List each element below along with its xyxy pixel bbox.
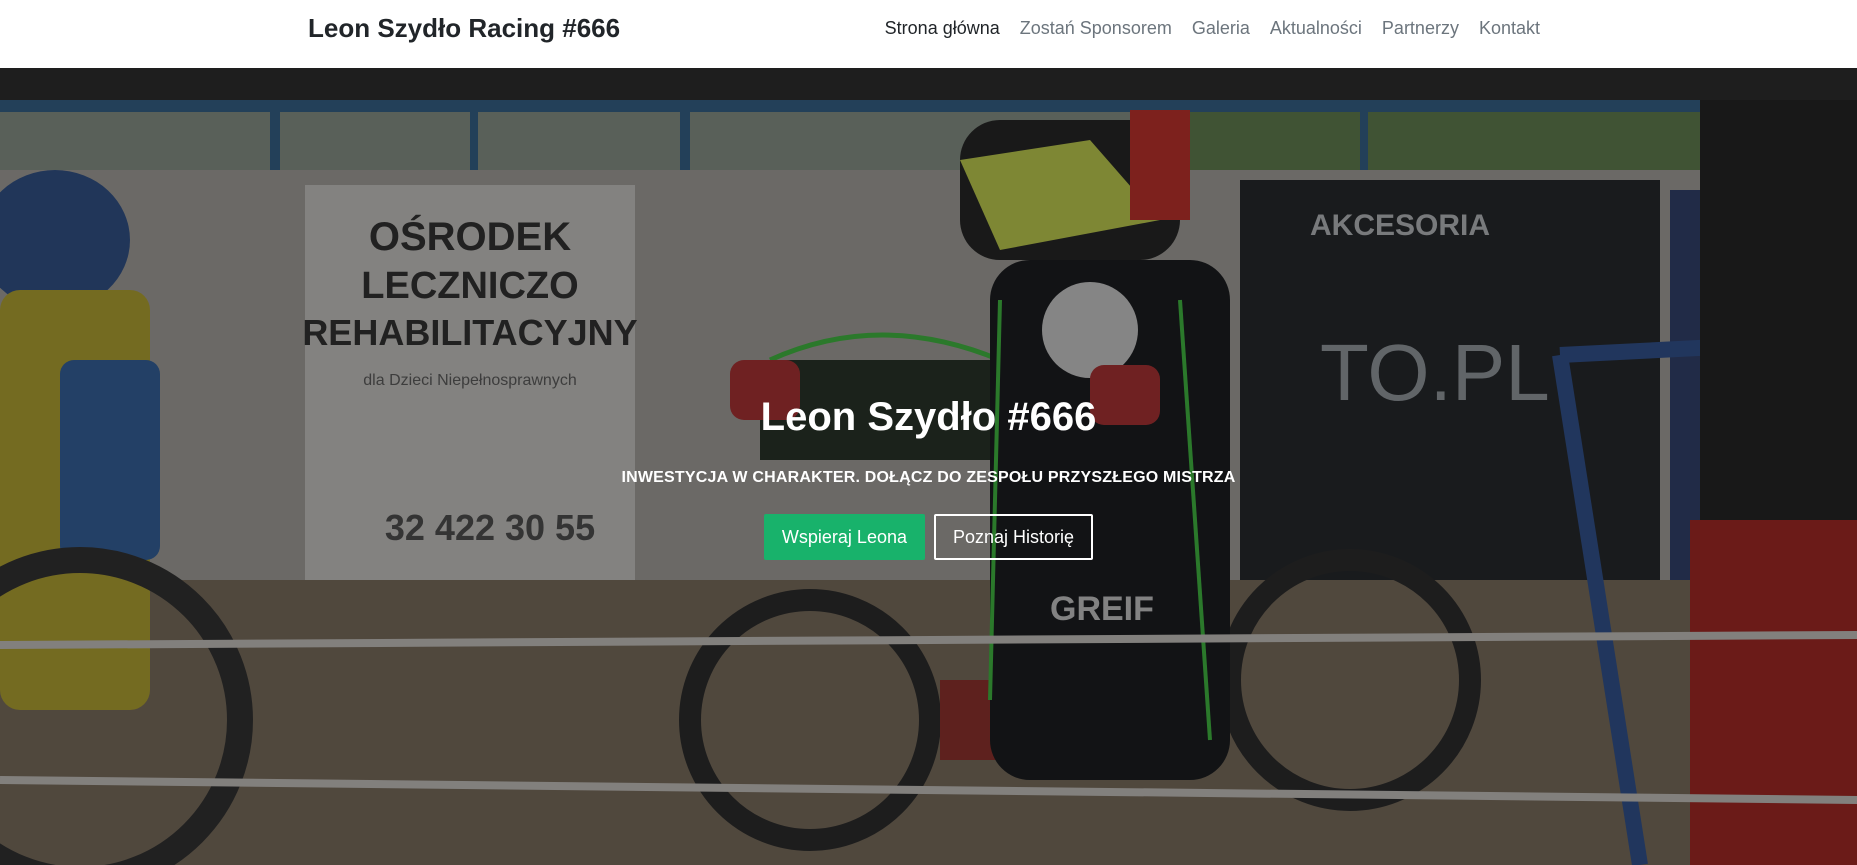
hero-subtitle: INWESTYCJA W CHARAKTER. DOŁĄCZ DO ZESPOŁ… — [621, 469, 1236, 486]
brand-logo[interactable]: Leon Szydło Racing #666 — [308, 13, 620, 44]
learn-history-button[interactable]: Poznaj Historię — [934, 514, 1094, 560]
support-leon-button[interactable]: Wspieraj Leona — [763, 514, 925, 560]
nav-link-news[interactable]: Aktualności — [1260, 17, 1372, 39]
hero-title: Leon Szydło #666 — [760, 395, 1097, 439]
hero-section: OŚRODEK LECZNICZO REHABILITACYJNY dla Dz… — [0, 100, 1857, 865]
nav-link-contact[interactable]: Kontakt — [1469, 17, 1540, 39]
nav-link-home[interactable]: Strona główna — [875, 17, 1010, 39]
hero-content: Leon Szydło #666 INWESTYCJA W CHARAKTER.… — [0, 393, 1857, 560]
navbar: Leon Szydło Racing #666 Strona główna Zo… — [0, 0, 1857, 68]
main-nav: Strona główna Zostań Sponsorem Galeria A… — [875, 17, 1540, 39]
nav-link-partners[interactable]: Partnerzy — [1372, 17, 1469, 39]
hero-buttons: Wspieraj Leona Poznaj Historię — [0, 514, 1857, 560]
nav-link-gallery[interactable]: Galeria — [1182, 17, 1260, 39]
nav-link-sponsor[interactable]: Zostań Sponsorem — [1010, 17, 1182, 39]
header-divider-strip — [0, 68, 1857, 100]
